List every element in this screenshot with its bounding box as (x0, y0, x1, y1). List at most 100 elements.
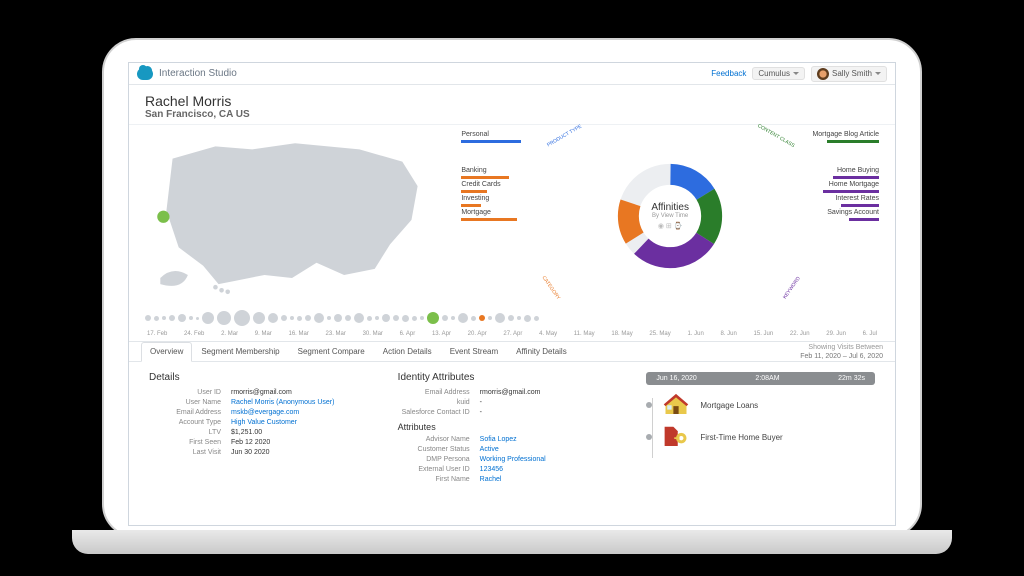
profile-tabs: OverviewSegment MembershipSegment Compar… (141, 342, 576, 361)
tab-affinity-details[interactable]: Affinity Details (507, 342, 576, 361)
timeline-bubble[interactable] (334, 314, 342, 322)
detail-row: Salesforce Contact ID- (398, 409, 627, 416)
detail-value[interactable]: Sofia Lopez (480, 436, 517, 443)
affinity-bar (461, 140, 521, 143)
timeline-tick: 15. Jun (754, 331, 774, 337)
timeline-bubble[interactable] (281, 315, 287, 321)
timeline-bubble[interactable] (178, 314, 186, 322)
timeline-bubble[interactable] (253, 312, 265, 324)
user-menu[interactable]: Sally Smith (811, 66, 887, 82)
timeline-bubble[interactable] (393, 315, 399, 321)
affinity-label[interactable]: Investing (461, 195, 531, 202)
timeline-bubble[interactable] (458, 313, 468, 323)
timeline-bubble[interactable] (420, 316, 424, 320)
timeline-bubble[interactable] (297, 316, 302, 321)
detail-value[interactable]: 123456 (480, 466, 503, 473)
timeline-bubble[interactable] (196, 317, 199, 320)
detail-row: First NameRachel (398, 476, 627, 483)
affinity-label[interactable]: Mortgage (461, 209, 531, 216)
affinity-bar (827, 140, 879, 143)
timeline-tick: 8. Jun (720, 331, 736, 337)
detail-value[interactable]: Rachel (480, 476, 502, 483)
details-panel: Details User IDrmorris@gmail.comUser Nam… (149, 372, 378, 515)
timeline-bubble[interactable] (451, 316, 455, 320)
timeline-bubble[interactable] (202, 312, 214, 324)
visit-event[interactable]: First-Time Home Buyer (646, 425, 875, 449)
timeline-bubble[interactable] (534, 316, 539, 321)
detail-value: rmorris@gmail.com (231, 389, 292, 396)
detail-value: Jun 30 2020 (231, 449, 270, 456)
timeline-bubble[interactable] (479, 315, 485, 321)
visit-event[interactable]: Mortgage Loans (646, 393, 875, 417)
detail-value[interactable]: mskb@evergage.com (231, 409, 299, 416)
timeline-bubble[interactable] (327, 316, 331, 320)
tab-event-stream[interactable]: Event Stream (441, 342, 507, 361)
timeline-bubble[interactable] (508, 315, 514, 321)
detail-value: Feb 12 2020 (231, 439, 270, 446)
affinity-label[interactable]: Home Buying (837, 167, 879, 174)
timeline-bubble[interactable] (517, 316, 521, 320)
detail-key: DMP Persona (398, 456, 470, 463)
tab-overview[interactable]: Overview (141, 342, 192, 362)
timeline-bubble[interactable] (345, 315, 351, 321)
detail-value: - (480, 399, 482, 406)
timeline-bubble[interactable] (402, 315, 409, 322)
timeline-tick: 4. May (539, 331, 557, 337)
affinities-widget: Personal Banking Credit Cards Investing Mort… (461, 131, 879, 301)
location-map (145, 131, 451, 301)
affinity-mode-icons[interactable]: ◉ ⊞ ⌚ (651, 222, 689, 230)
affinity-label[interactable]: Personal (461, 131, 531, 138)
affinity-label[interactable]: Savings Account (827, 209, 879, 216)
timeline-bubble[interactable] (382, 314, 390, 322)
timeline-bubble[interactable] (488, 316, 492, 320)
affinity-label[interactable]: Banking (461, 167, 531, 174)
timeline-tick: 16. Mar (289, 331, 309, 337)
affinity-label[interactable]: Credit Cards (461, 181, 531, 188)
affinity-label[interactable]: Interest Rates (835, 195, 879, 202)
affinity-label[interactable]: Home Mortgage (829, 181, 879, 188)
timeline-bubble[interactable] (442, 315, 448, 321)
house-icon (662, 393, 690, 417)
timeline-bubble[interactable] (162, 316, 166, 320)
timeline-bubble[interactable] (189, 316, 193, 320)
detail-value[interactable]: Rachel Morris (Anonymous User) (231, 399, 334, 406)
affinities-donut[interactable]: Affinities By View Time ◉ ⊞ ⌚ PRODUCT TY… (537, 131, 803, 301)
detail-value[interactable]: High Value Customer (231, 419, 297, 426)
timeline-bubble[interactable] (471, 316, 476, 321)
timeline-tick: 27. Apr (503, 331, 522, 337)
visit-date: Jun 16, 2020 (656, 375, 696, 382)
visit-header: Jun 16, 2020 2:08AM 22m 32s (646, 372, 875, 385)
timeline-bubble[interactable] (234, 310, 250, 326)
timeline-bubble[interactable] (427, 312, 439, 324)
timeline-bubble[interactable] (290, 316, 294, 320)
timeline-bubble[interactable] (314, 313, 324, 323)
timeline-tick: 29. Jun (826, 331, 846, 337)
profile-location: San Francisco, CA US (145, 109, 879, 120)
visit-timeline[interactable]: 17. Feb24. Feb2. Mar9. Mar16. Mar23. Mar… (129, 301, 895, 337)
detail-key: Account Type (149, 419, 221, 426)
timeline-bubble[interactable] (524, 315, 531, 322)
timeline-bubble[interactable] (268, 313, 278, 323)
timeline-bubble[interactable] (375, 316, 379, 320)
timeline-tick: 25. May (649, 331, 670, 337)
detail-row: LTV$1,251.00 (149, 429, 378, 436)
org-switcher[interactable]: Cumulus (752, 67, 805, 80)
timeline-bubble[interactable] (495, 313, 505, 323)
timeline-bubble[interactable] (145, 315, 151, 321)
timeline-bubble[interactable] (305, 315, 311, 321)
timeline-tick: 6. Jul (863, 331, 877, 337)
visits-range-value: Feb 11, 2020 – Jul 6, 2020 (800, 352, 883, 361)
tab-segment-membership[interactable]: Segment Membership (192, 342, 288, 361)
timeline-bubble[interactable] (169, 315, 175, 321)
feedback-link[interactable]: Feedback (711, 69, 746, 78)
tab-action-details[interactable]: Action Details (374, 342, 441, 361)
timeline-bubble[interactable] (154, 316, 159, 321)
tab-segment-compare[interactable]: Segment Compare (289, 342, 374, 361)
detail-value[interactable]: Active (480, 446, 499, 453)
timeline-bubble[interactable] (412, 316, 417, 321)
timeline-bubble[interactable] (354, 313, 364, 323)
timeline-bubble[interactable] (217, 311, 231, 325)
timeline-bubble[interactable] (367, 316, 372, 321)
detail-value[interactable]: Working Professional (480, 456, 546, 463)
affinity-label[interactable]: Mortgage Blog Article (812, 131, 879, 138)
